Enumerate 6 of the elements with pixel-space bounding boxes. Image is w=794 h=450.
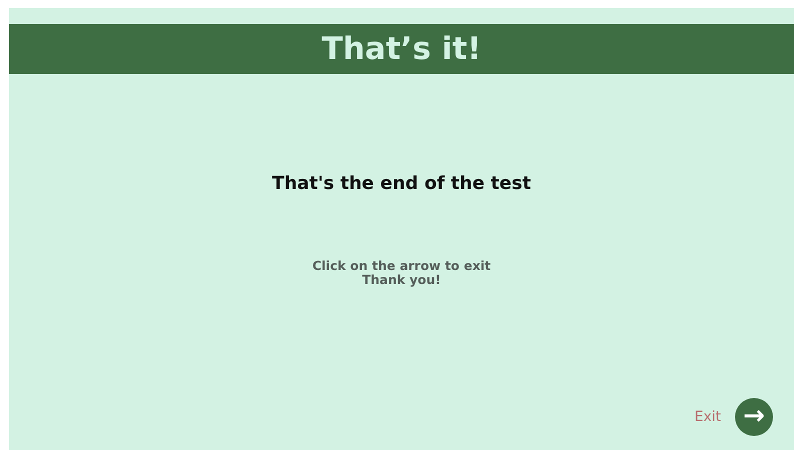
message-text: Click on the arrow to exit (312, 259, 491, 273)
page-title: That’s it! (322, 34, 482, 64)
exit-label: Exit (694, 408, 721, 426)
heading: That's the end of the test (271, 172, 532, 196)
exit-arrow-button[interactable]: → (735, 398, 773, 436)
message-text: Thank you! (362, 273, 441, 287)
